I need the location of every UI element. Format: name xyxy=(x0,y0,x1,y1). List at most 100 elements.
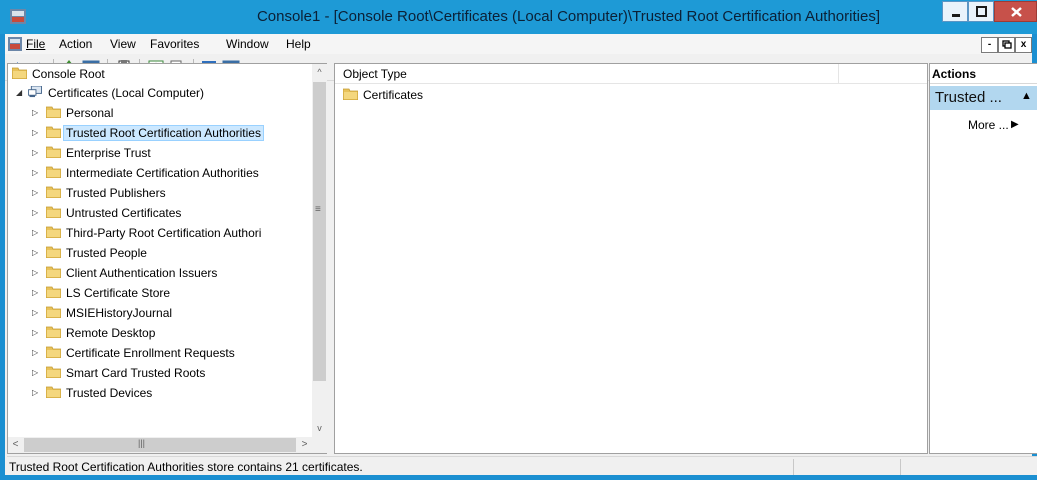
hscroll-thumb[interactable] xyxy=(24,438,296,452)
restore-icon xyxy=(1002,40,1012,49)
actions-header: Actions xyxy=(930,64,1037,84)
tree-item-store[interactable]: ▷ MSIEHistoryJournal xyxy=(8,303,312,323)
tree-item-label: Remote Desktop xyxy=(66,326,156,340)
tree-item-label: Trusted Root Certification Authorities xyxy=(63,125,264,141)
scroll-up-button[interactable]: ^ xyxy=(312,64,327,81)
actions-group-label: Trusted ... xyxy=(935,89,1002,106)
expand-arrow-icon[interactable]: ▷ xyxy=(32,248,40,258)
tree-item-label: Trusted People xyxy=(66,246,147,260)
tree-item-label: Client Authentication Issuers xyxy=(66,266,218,280)
column-header-empty xyxy=(839,64,927,84)
mmc-app-icon[interactable] xyxy=(10,9,26,24)
minimize-button[interactable] xyxy=(942,1,968,22)
expand-arrow-icon[interactable]: ▷ xyxy=(32,388,40,398)
window-title: Console1 - [Console Root\Certificates (L… xyxy=(256,8,880,25)
menu-file[interactable]: File xyxy=(26,37,45,51)
tree-item-store[interactable]: ▷ Enterprise Trust xyxy=(8,143,312,163)
tree-item-label: Intermediate Certification Authorities xyxy=(66,166,259,180)
expand-arrow-icon[interactable]: ▷ xyxy=(32,368,40,378)
tree-item-store[interactable]: ▷ Third-Party Root Certification Authori xyxy=(8,223,312,243)
collapse-caret-icon[interactable]: ▲ xyxy=(1021,90,1032,102)
tree-item-store[interactable]: ▷ Untrusted Certificates xyxy=(8,203,312,223)
tree-item-store[interactable]: ▷ Personal xyxy=(8,103,312,123)
menu-view[interactable]: View xyxy=(110,37,136,51)
tree-item-store[interactable]: ▷ Certificate Enrollment Requests xyxy=(8,343,312,363)
folder-icon xyxy=(46,346,61,358)
console-tree-pane[interactable]: Console Root ◢ Certificates (Local Compute… xyxy=(7,63,327,454)
expand-arrow-icon[interactable]: ▷ xyxy=(32,348,40,358)
scroll-left-button[interactable]: < xyxy=(8,437,23,453)
tree-item-store[interactable]: ▷ Trusted People xyxy=(8,243,312,263)
title-bar[interactable]: Console1 - [Console Root\Certificates (L… xyxy=(0,0,1037,34)
folder-icon xyxy=(46,266,61,278)
expand-arrow-icon[interactable]: ▷ xyxy=(32,288,40,298)
tree-item-store[interactable]: ▷ Trusted Root Certification Authorities xyxy=(8,123,312,143)
hscroll-grip-icon: ||| xyxy=(138,438,146,448)
tree-vertical-scrollbar[interactable]: ^ ≡ v xyxy=(312,64,327,437)
tree-item-store[interactable]: ▷ Client Authentication Issuers xyxy=(8,263,312,283)
menu-window[interactable]: Window xyxy=(226,37,269,51)
tree-item-label: Trusted Devices xyxy=(66,386,153,400)
status-divider xyxy=(793,459,794,475)
tree-item-label: Third-Party Root Certification Authori xyxy=(66,226,262,240)
tree-item-label: MSIEHistoryJournal xyxy=(66,306,173,320)
status-divider xyxy=(900,459,901,475)
tree-item-certificates-local-computer[interactable]: ◢ Certificates (Local Computer) xyxy=(8,83,312,103)
tree-item-store[interactable]: ▷ Intermediate Certification Authorities xyxy=(8,163,312,183)
menu-favorites[interactable]: Favorites xyxy=(150,37,199,51)
expand-arrow-icon[interactable]: ▷ xyxy=(32,268,40,278)
tree-item-console-root[interactable]: Console Root xyxy=(8,64,312,84)
expand-arrow-icon[interactable]: ▷ xyxy=(32,168,40,178)
status-bar: Trusted Root Certification Authorities s… xyxy=(7,456,1037,475)
mdi-child-icon[interactable] xyxy=(8,37,22,51)
mdi-restore-button[interactable] xyxy=(998,37,1015,53)
tree-item-store[interactable]: ▷ Smart Card Trusted Roots xyxy=(8,363,312,383)
folder-icon xyxy=(46,286,61,298)
actions-more-label: More ... xyxy=(968,118,1009,132)
collapse-arrow-icon[interactable]: ◢ xyxy=(16,88,24,98)
results-pane[interactable]: Object Type Certificates xyxy=(334,63,928,454)
folder-icon xyxy=(46,166,61,178)
mdi-minimize-button[interactable]: - xyxy=(981,37,998,53)
mmc-window: Console1 - [Console Root\Certificates (L… xyxy=(0,0,1037,480)
expand-arrow-icon[interactable]: ▷ xyxy=(32,308,40,318)
actions-more-item[interactable]: More ... ▶ xyxy=(968,118,1019,132)
folder-icon xyxy=(46,106,61,118)
maximize-button[interactable] xyxy=(968,1,994,22)
expand-arrow-icon[interactable]: ▷ xyxy=(32,148,40,158)
scroll-right-button[interactable]: > xyxy=(297,437,312,453)
scroll-thumb[interactable] xyxy=(313,82,326,381)
close-icon xyxy=(1011,7,1022,17)
column-header-label: Object Type xyxy=(343,67,407,81)
tree-item-label: LS Certificate Store xyxy=(66,286,171,300)
expand-arrow-icon[interactable]: ▷ xyxy=(32,108,40,118)
actions-header-label: Actions xyxy=(932,67,977,81)
expand-arrow-icon[interactable]: ▷ xyxy=(32,228,40,238)
submenu-arrow-icon: ▶ xyxy=(1011,119,1019,130)
tree-horizontal-scrollbar[interactable]: < ||| > xyxy=(8,437,312,453)
menu-help[interactable]: Help xyxy=(286,37,311,51)
folder-icon xyxy=(343,88,358,100)
tree-item-label: Trusted Publishers xyxy=(66,186,166,200)
tree-item-store[interactable]: ▷ Trusted Publishers xyxy=(8,183,312,203)
menu-action[interactable]: Action xyxy=(59,37,92,51)
actions-group-trusted[interactable]: Trusted ... ▲ xyxy=(930,86,1037,110)
expand-arrow-icon[interactable]: ▷ xyxy=(32,128,40,138)
close-button[interactable] xyxy=(994,1,1037,22)
mdi-close-button[interactable]: x xyxy=(1015,37,1032,53)
list-item-label: Certificates xyxy=(363,88,424,102)
minimize-icon xyxy=(952,14,960,17)
tree-item-store[interactable]: ▷ LS Certificate Store xyxy=(8,283,312,303)
column-header-object-type[interactable]: Object Type xyxy=(335,64,839,84)
folder-icon xyxy=(46,146,61,158)
expand-arrow-icon[interactable]: ▷ xyxy=(32,328,40,338)
expand-arrow-icon[interactable]: ▷ xyxy=(32,208,40,218)
folder-icon xyxy=(46,126,61,138)
expand-arrow-icon[interactable]: ▷ xyxy=(32,188,40,198)
status-text: Trusted Root Certification Authorities s… xyxy=(9,460,363,474)
tree-item-label: Certificate Enrollment Requests xyxy=(66,346,235,360)
tree-item-label: Certificates (Local Computer) xyxy=(48,86,205,100)
scroll-down-button[interactable]: v xyxy=(312,420,327,437)
tree-item-store[interactable]: ▷ Remote Desktop xyxy=(8,323,312,343)
tree-item-store[interactable]: ▷ Trusted Devices xyxy=(8,383,312,403)
